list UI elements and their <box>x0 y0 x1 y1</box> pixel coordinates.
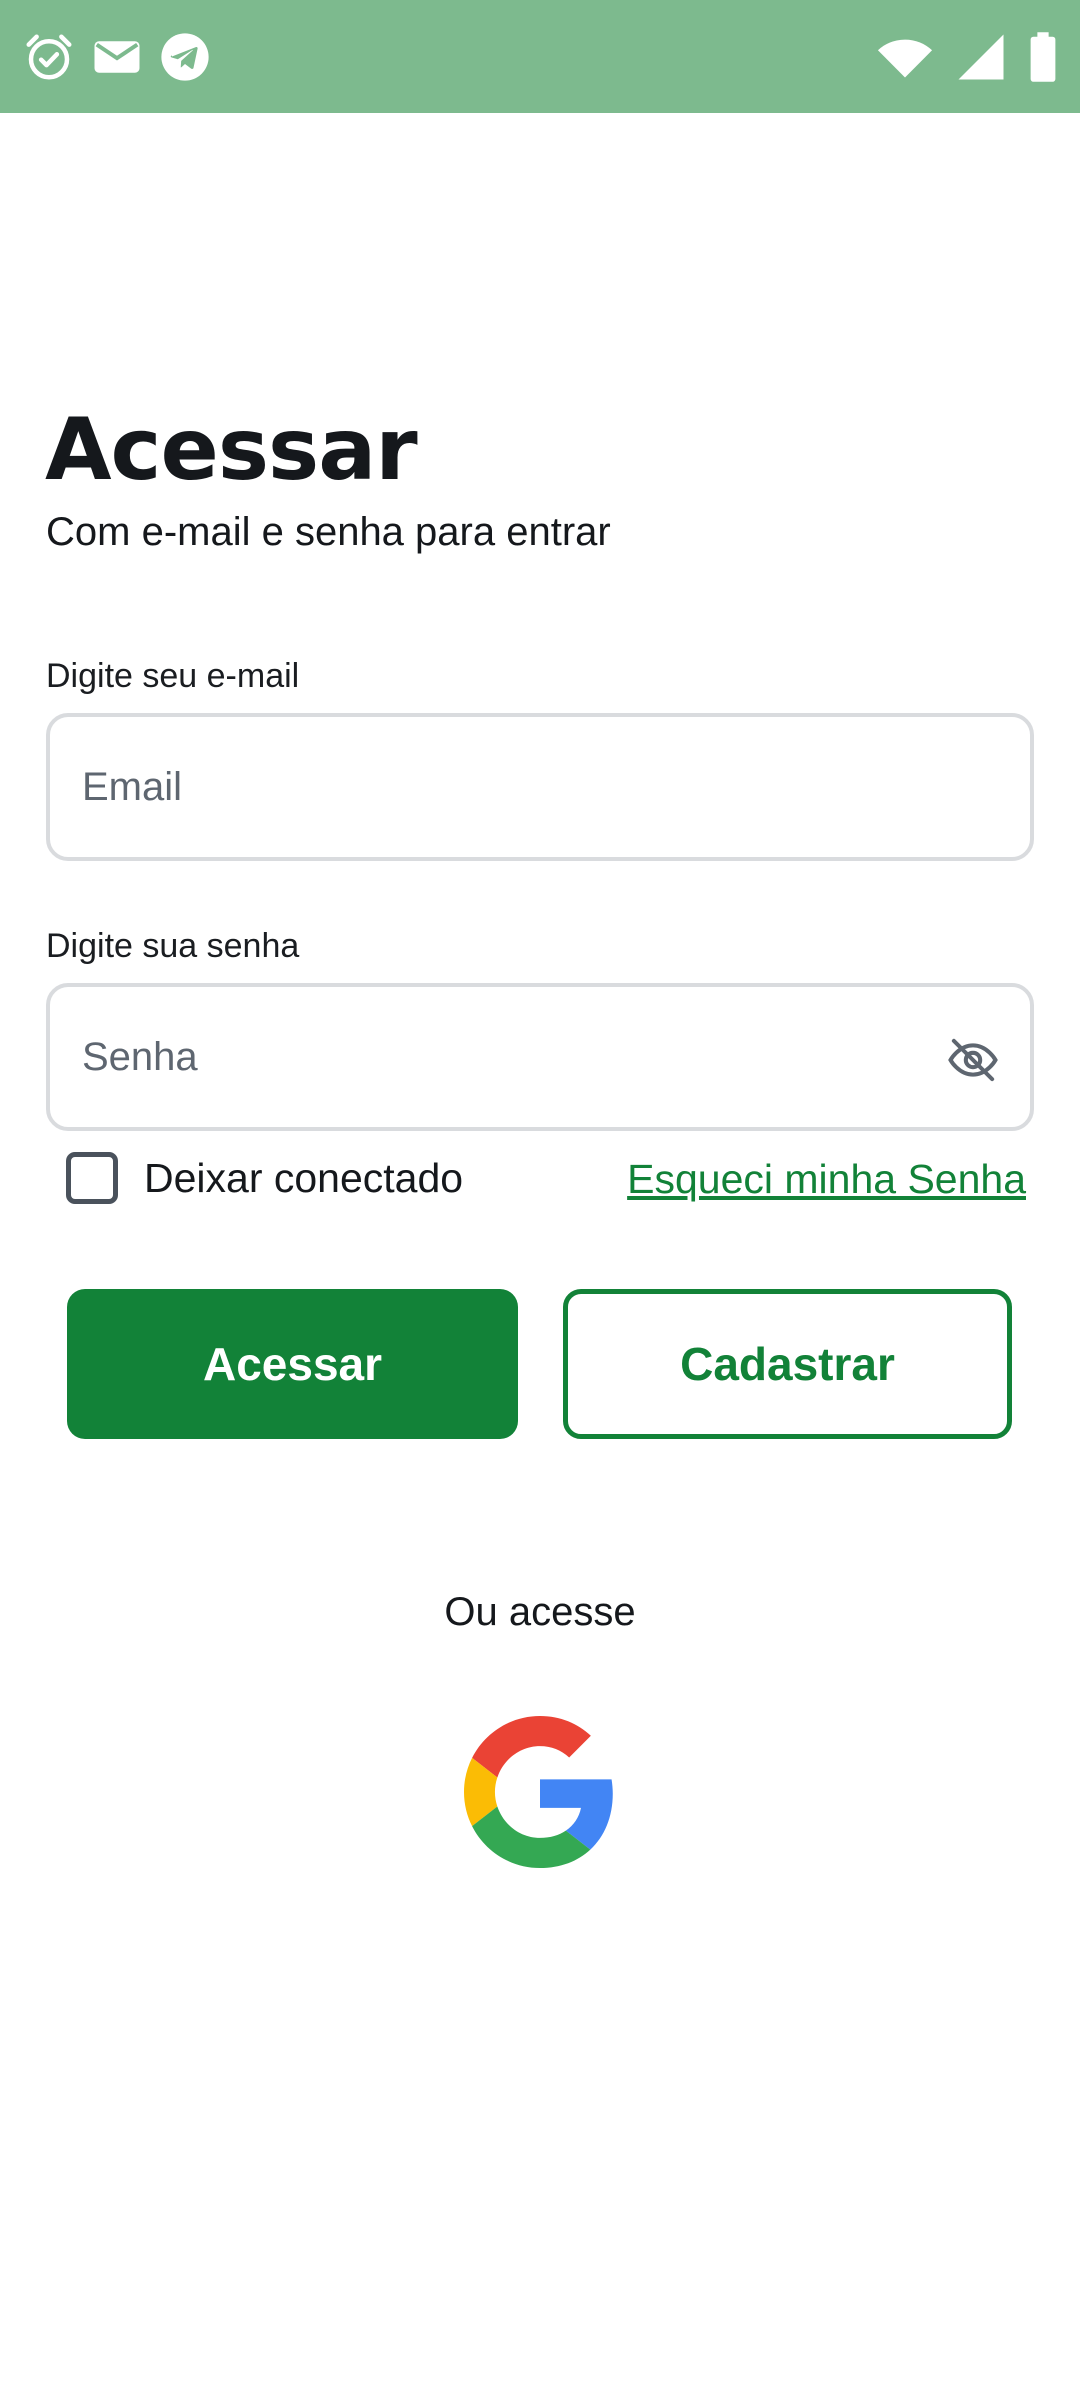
telegram-icon <box>158 30 212 84</box>
remember-me-checkbox[interactable] <box>66 1152 118 1204</box>
page-title: Acessar <box>45 400 418 500</box>
eye-off-icon[interactable] <box>946 1033 1000 1087</box>
google-login-button[interactable] <box>463 1715 617 1869</box>
battery-icon <box>1028 30 1058 84</box>
status-bar-left <box>22 30 226 84</box>
status-bar <box>0 0 1080 113</box>
email-field[interactable] <box>82 764 998 810</box>
password-field[interactable] <box>82 1034 998 1080</box>
login-button[interactable]: Acessar <box>67 1289 518 1439</box>
status-bar-right <box>854 30 1058 84</box>
email-label: Digite seu e-mail <box>46 657 300 695</box>
remember-me-label: Deixar conectado <box>144 1154 464 1201</box>
remember-me-row[interactable]: Deixar conectado <box>66 1152 463 1204</box>
alt-login-text: Ou acesse <box>444 1590 636 1634</box>
email-field-box <box>46 713 1034 861</box>
forgot-password-link[interactable]: Esqueci minha Senha <box>627 1156 1026 1203</box>
password-label: Digite sua senha <box>46 927 300 965</box>
signal-icon <box>956 30 1006 84</box>
google-icon <box>464 1716 613 1868</box>
password-field-box <box>46 983 1034 1131</box>
register-button[interactable]: Cadastrar <box>563 1289 1012 1439</box>
page-subtitle: Com e-mail e senha para entrar <box>46 510 611 554</box>
wifi-icon <box>876 30 934 84</box>
alarm-icon <box>22 30 76 84</box>
mail-icon <box>90 30 144 84</box>
